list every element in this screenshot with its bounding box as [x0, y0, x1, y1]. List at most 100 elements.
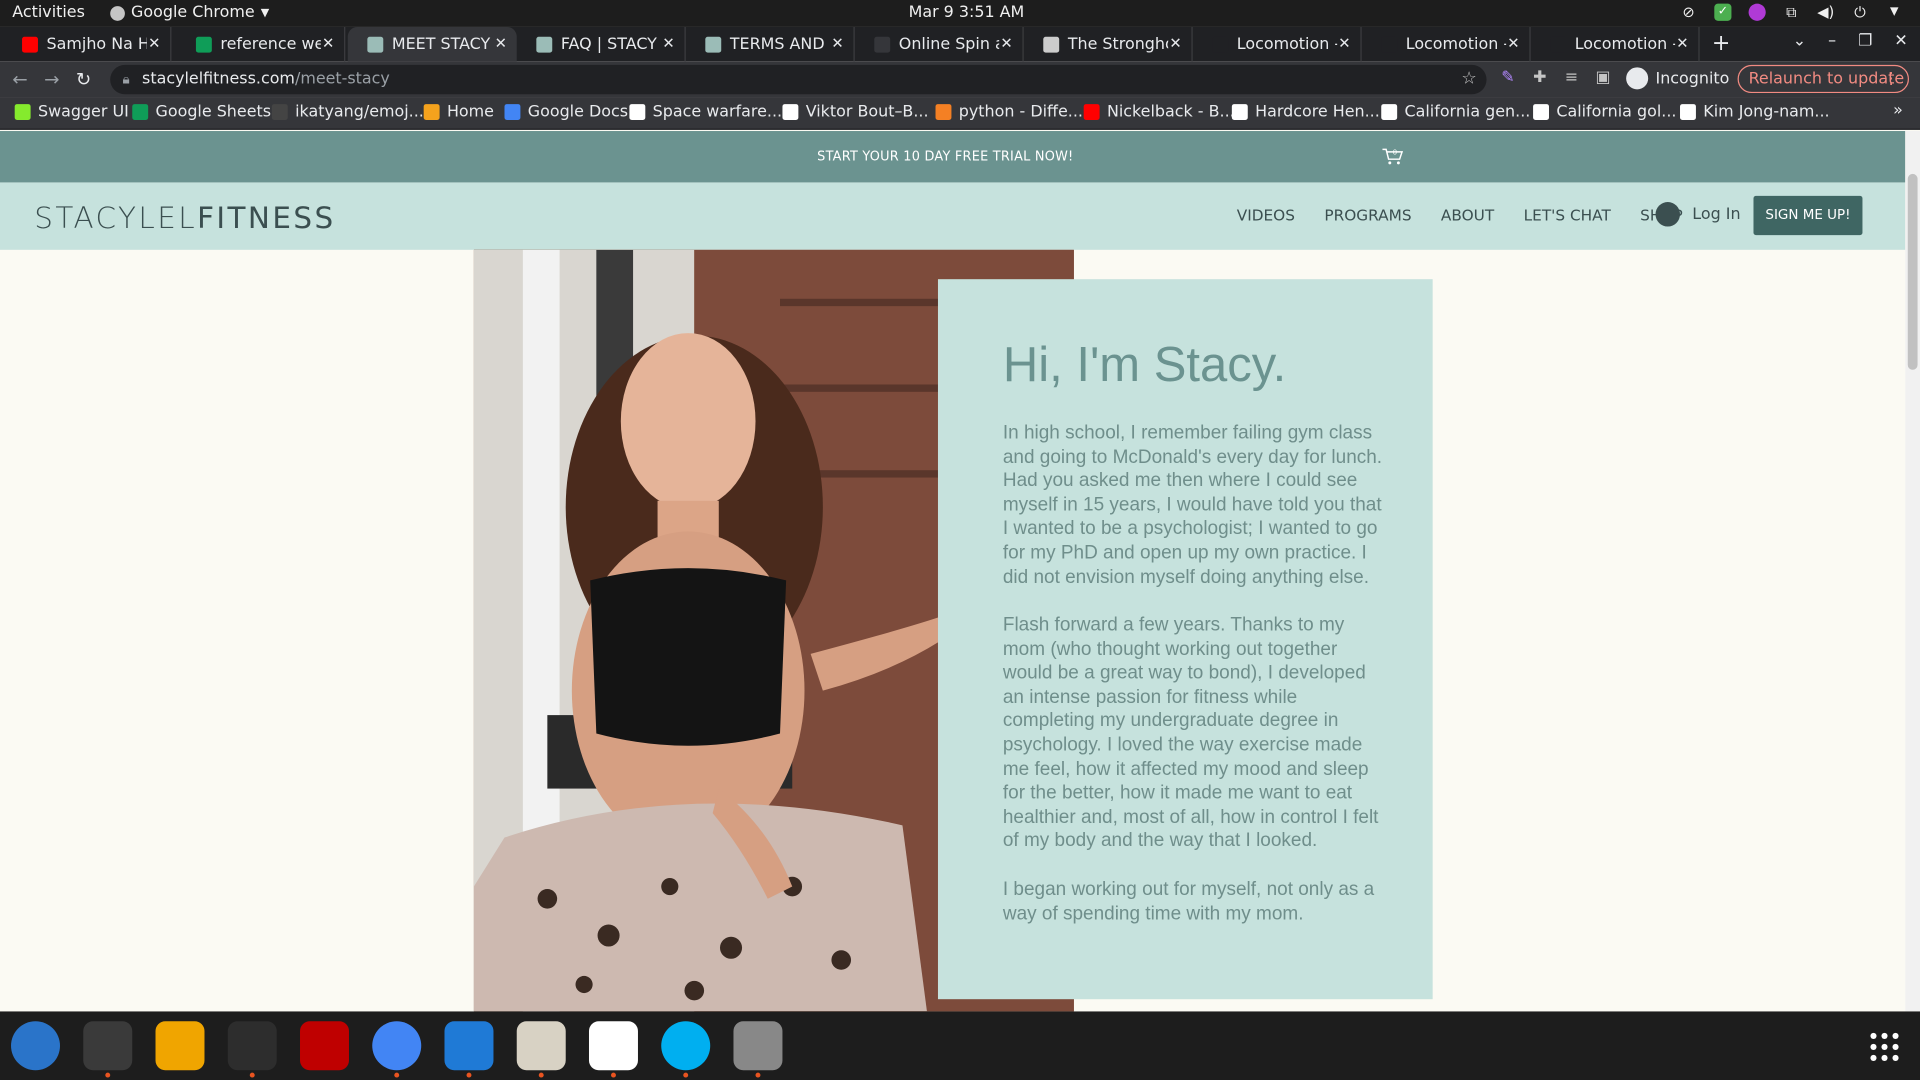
browser-tab[interactable]: TERMS AND CO✕: [686, 26, 855, 62]
bookmark-item[interactable]: Swagger UI: [14, 103, 129, 121]
tab-close-icon[interactable]: ✕: [662, 34, 674, 51]
tab-search-icon[interactable]: ⌄: [1793, 32, 1806, 50]
bookmark-item[interactable]: Nickelback - B...: [1083, 103, 1235, 121]
promo-text[interactable]: START YOUR 10 DAY FREE TRIAL NOW!: [0, 149, 1891, 164]
tab-title: Online Spin and: [898, 34, 999, 54]
browser-tab[interactable]: reference webs✕: [176, 26, 346, 62]
filezilla-icon[interactable]: [300, 1021, 349, 1071]
nav-videos[interactable]: VIDEOS: [1237, 206, 1295, 224]
app-grid-icon[interactable]: [1869, 1031, 1901, 1063]
forward-icon[interactable]: →: [44, 69, 59, 91]
tab-title: TERMS AND CO: [729, 34, 830, 54]
volume-icon[interactable]: ◀): [1817, 4, 1834, 21]
bookmark-item[interactable]: California gen...: [1381, 103, 1530, 121]
chrome-icon[interactable]: [372, 1021, 422, 1071]
more-menu-icon[interactable]: ⋮: [1883, 66, 1899, 92]
shield-icon[interactable]: ✓: [1714, 3, 1732, 21]
nav-lets-chat[interactable]: LET'S CHAT: [1524, 206, 1611, 224]
tab-close-icon[interactable]: ✕: [322, 34, 334, 51]
files-icon[interactable]: [516, 1021, 566, 1071]
sign-me-up-button[interactable]: SIGN ME UP!: [1753, 195, 1863, 236]
bookmark-item[interactable]: Home: [423, 102, 494, 122]
browser-tab[interactable]: The Stronghold✕: [1024, 26, 1193, 62]
activities-button[interactable]: Activities: [12, 4, 85, 22]
bookmark-favicon-icon: [423, 104, 440, 121]
cart-icon[interactable]: 0: [1381, 146, 1404, 166]
maximize-icon[interactable]: ❐: [1858, 32, 1872, 50]
system-tray[interactable]: ⊘ ✓ ⧉ ◀) ⏻ ▼: [1680, 3, 1903, 21]
lock-icon[interactable]: 🔒︎: [122, 71, 129, 88]
terminal-icon[interactable]: [83, 1021, 133, 1071]
url-field[interactable]: 🔒︎ stacylelfitness.com/meet-stacy ☆: [110, 64, 1487, 95]
bookmark-label: Home: [446, 102, 494, 122]
nav-about[interactable]: ABOUT: [1441, 206, 1494, 224]
system-top-bar: Activities Google Chrome ▼ Mar 9 3:51 AM…: [0, 0, 1920, 27]
new-tab-button[interactable]: +: [1712, 31, 1730, 57]
bookmark-item[interactable]: Space warfare...: [629, 103, 782, 121]
tab-close-icon[interactable]: ✕: [495, 34, 507, 51]
bookmark-favicon-icon: [14, 104, 31, 121]
relaunch-button[interactable]: Relaunch to update ⋮: [1737, 64, 1909, 94]
bookmark-item[interactable]: Google Docs: [504, 103, 628, 121]
close-icon[interactable]: ✕: [1894, 32, 1907, 50]
side-panel-icon[interactable]: ▣: [1596, 69, 1611, 87]
tab-close-icon[interactable]: ✕: [1000, 34, 1012, 51]
vscode-icon[interactable]: [444, 1021, 494, 1071]
browser-tab[interactable]: MEET STACY | S✕: [347, 26, 517, 62]
browser-tab[interactable]: Locomotion - St✕: [1362, 26, 1531, 62]
power-icon[interactable]: ⏻: [1851, 4, 1868, 21]
sync-icon[interactable]: ⊘: [1680, 4, 1697, 21]
disk-icon[interactable]: [733, 1021, 783, 1071]
tab-title: Locomotion - St: [1236, 34, 1337, 54]
reload-icon[interactable]: ↻: [76, 69, 91, 91]
calculator-icon[interactable]: [155, 1021, 205, 1071]
bookmark-item[interactable]: Hardcore Hen...: [1231, 103, 1380, 121]
tab-close-icon[interactable]: ✕: [1169, 34, 1181, 51]
tab-close-icon[interactable]: ✕: [148, 34, 160, 51]
browser-tab[interactable]: Samjho Na H ✕: [2, 26, 172, 62]
bookmark-item[interactable]: California gol...: [1533, 103, 1676, 121]
text-editor-icon[interactable]: [588, 1021, 638, 1071]
extension-icon[interactable]: ✎: [1501, 69, 1514, 87]
incognito-icon: [1626, 67, 1649, 90]
nav-programs[interactable]: PROGRAMS: [1324, 206, 1411, 224]
tab-close-icon[interactable]: ✕: [1507, 34, 1519, 51]
bookmark-label: ikatyang/emoj...: [295, 102, 424, 122]
tab-close-icon[interactable]: ✕: [1338, 34, 1350, 51]
extensions-puzzle-icon[interactable]: ✚: [1533, 69, 1546, 87]
clock[interactable]: Mar 9 3:51 AM: [909, 4, 1025, 22]
page-scrollbar[interactable]: [1905, 131, 1920, 1012]
tab-favicon-icon: [367, 36, 384, 53]
browser-tab[interactable]: FAQ | STACY LE✕: [517, 26, 686, 62]
tab-favicon-icon: [1043, 36, 1060, 53]
media-controls-icon[interactable]: ≡: [1565, 69, 1578, 87]
app-menu[interactable]: Google Chrome ▼: [110, 4, 269, 22]
tab-close-icon[interactable]: ✕: [1676, 34, 1688, 51]
bookmark-item[interactable]: Google Sheets: [132, 103, 271, 121]
back-icon[interactable]: ←: [12, 69, 27, 91]
scrollbar-thumb[interactable]: [1907, 173, 1918, 370]
tab-title: FAQ | STACY LE: [560, 34, 661, 54]
skype-icon[interactable]: [661, 1021, 711, 1071]
browser-tab[interactable]: Locomotion - St✕: [1193, 26, 1362, 62]
thunderbird-icon[interactable]: [11, 1021, 61, 1071]
bookmark-item[interactable]: Kim Jong-nam...: [1680, 103, 1830, 121]
minimize-icon[interactable]: –: [1828, 32, 1836, 50]
browser-tab[interactable]: Locomotion - St✕: [1531, 26, 1700, 62]
bookmark-item[interactable]: ikatyang/emoj...: [271, 102, 424, 122]
system-monitor-icon[interactable]: [227, 1021, 277, 1071]
tab-close-icon[interactable]: ✕: [831, 34, 843, 51]
color-picker-icon[interactable]: [1748, 3, 1766, 21]
network-icon[interactable]: ⧉: [1783, 4, 1800, 21]
incognito-indicator[interactable]: Incognito: [1626, 67, 1729, 90]
bookmark-star-icon[interactable]: ☆: [1461, 69, 1476, 89]
chevron-down-icon[interactable]: ▼: [1886, 4, 1903, 21]
login-button[interactable]: Log In: [1655, 202, 1741, 227]
screen: Activities Google Chrome ▼ Mar 9 3:51 AM…: [0, 0, 1920, 1080]
bookmark-item[interactable]: python - Diffe...: [935, 103, 1083, 121]
browser-tab[interactable]: Online Spin and✕: [855, 26, 1024, 62]
bookmark-item[interactable]: Viktor Bout–B...: [782, 103, 929, 121]
bookmarks-overflow-icon[interactable]: »: [1893, 102, 1903, 120]
site-logo[interactable]: STACYLELFITNESS: [34, 201, 335, 235]
url-text[interactable]: stacylelfitness.com/meet-stacy: [142, 70, 390, 88]
